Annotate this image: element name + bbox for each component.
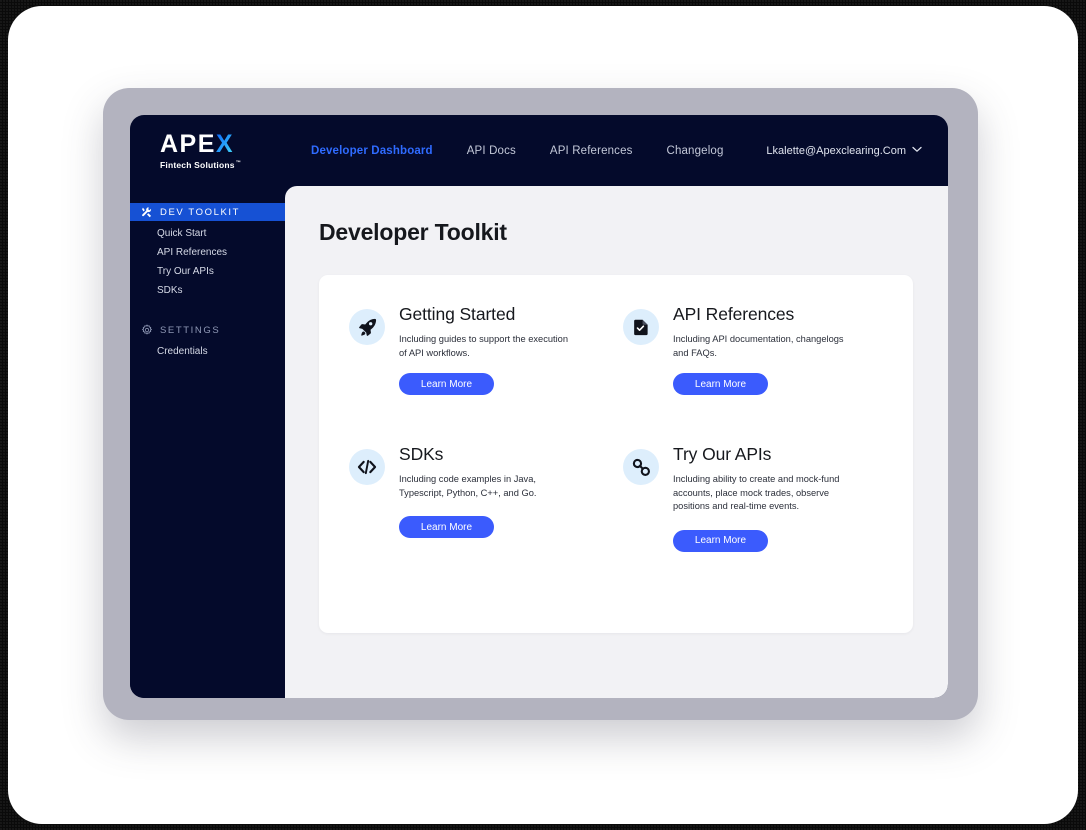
sidebar-section-dev-toolkit[interactable]: DEV TOOLKIT	[130, 203, 285, 221]
nav-link-developer-dashboard[interactable]: Developer Dashboard	[311, 145, 433, 157]
card-body: Getting Started Including guides to supp…	[399, 304, 623, 445]
feature-card-api-references: API References Including API documentati…	[623, 304, 897, 445]
card-description: Including guides to support the executio…	[399, 334, 569, 358]
sidebar: DEV TOOLKIT Quick Start API References T…	[130, 186, 285, 698]
sidebar-item-credentials[interactable]: Credentials	[130, 342, 285, 361]
feature-card-sdks: SDKs Including code examples in Java, Ty…	[349, 444, 623, 585]
sidebar-item-quick-start[interactable]: Quick Start	[130, 224, 285, 243]
card-description: Including API documentation, changelogs …	[673, 334, 844, 358]
primary-nav: Developer Dashboard API Docs API Referen…	[311, 145, 724, 157]
sidebar-section-label: SETTINGS	[160, 324, 221, 336]
top-navigation-bar: APE X Fintech Solutions™ Developer Dashbo…	[130, 115, 948, 186]
nav-link-api-references[interactable]: API References	[550, 145, 633, 157]
learn-more-button-api-references[interactable]: Learn More	[673, 373, 768, 396]
app-window: APE X Fintech Solutions™ Developer Dashbo…	[130, 115, 948, 698]
account-menu[interactable]: Lkalette@Apexclearing.Com	[766, 145, 922, 157]
page-title: Developer Toolkit	[319, 219, 507, 245]
logo-wordmark-prefix: APE	[160, 129, 216, 158]
logo-wordmark: APE X	[160, 129, 235, 158]
learn-more-button-sdks[interactable]: Learn More	[399, 516, 494, 539]
learn-more-button-getting-started[interactable]: Learn More	[399, 373, 494, 396]
feature-card-try-our-apis: Try Our APIs Including ability to create…	[623, 444, 897, 585]
rocket-icon	[349, 309, 385, 345]
sidebar-item-try-our-apis[interactable]: Try Our APIs	[130, 262, 285, 281]
sidebar-section-label: DEV TOOLKIT	[160, 206, 241, 218]
card-body: API References Including API documentati…	[673, 304, 897, 445]
nav-link-api-docs[interactable]: API Docs	[467, 145, 516, 157]
link-chain-icon	[623, 449, 659, 485]
card-description: Including code examples in Java, Typescr…	[399, 474, 537, 498]
sidebar-item-sdks[interactable]: SDKs	[130, 281, 285, 300]
feature-cards-panel: Getting Started Including guides to supp…	[319, 275, 913, 633]
main-content: Developer Toolkit Getting Started Includ…	[285, 186, 948, 698]
card-body: Try Our APIs Including ability to create…	[673, 444, 897, 585]
nav-link-changelog[interactable]: Changelog	[667, 145, 724, 157]
logo-tagline-text: Fintech Solutions	[160, 159, 235, 170]
logo-tagline: Fintech Solutions™	[160, 159, 241, 170]
card-description: Including ability to create and mock-fun…	[673, 474, 840, 512]
card-title: SDKs	[399, 444, 444, 464]
card-title: API References	[673, 304, 795, 324]
document-check-icon	[623, 309, 659, 345]
learn-more-button-try-our-apis[interactable]: Learn More	[673, 529, 768, 552]
tools-icon	[141, 206, 153, 218]
gear-icon	[141, 324, 153, 336]
card-title: Getting Started	[399, 304, 516, 324]
apex-logo[interactable]: APE X Fintech Solutions™	[130, 129, 285, 170]
sidebar-section-settings[interactable]: SETTINGS	[130, 321, 285, 339]
card-body: SDKs Including code examples in Java, Ty…	[399, 444, 623, 585]
sidebar-item-api-references[interactable]: API References	[130, 243, 285, 262]
chevron-down-icon	[912, 146, 922, 156]
account-email-label: Lkalette@Apexclearing.Com	[766, 144, 906, 157]
trademark-symbol: ™	[235, 159, 241, 166]
card-title: Try Our APIs	[673, 444, 772, 464]
code-brackets-icon	[349, 449, 385, 485]
logo-wordmark-accent-x: X	[215, 129, 235, 158]
feature-card-getting-started: Getting Started Including guides to supp…	[349, 304, 623, 445]
